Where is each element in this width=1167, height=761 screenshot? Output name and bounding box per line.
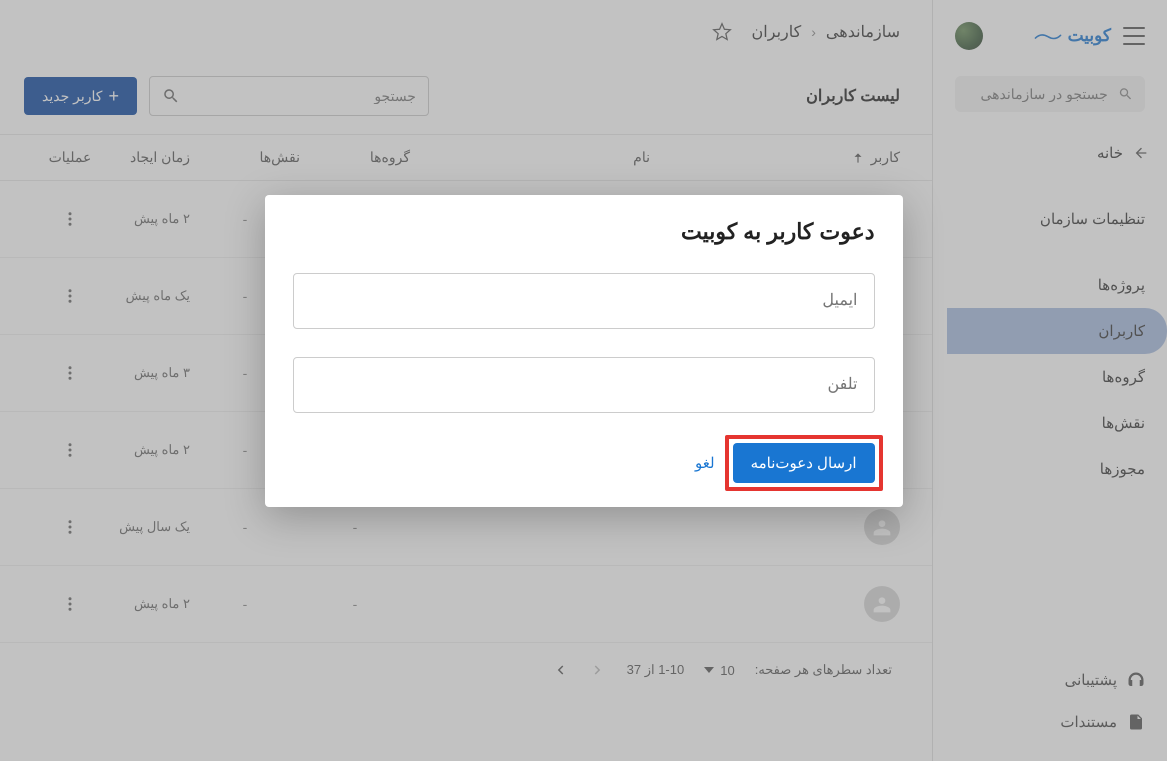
modal-overlay[interactable]: دعوت کاربر به کوبیت ارسال دعوت‌نامه لغو (0, 0, 1167, 761)
send-invite-button[interactable]: ارسال دعوت‌نامه (733, 443, 875, 483)
invite-modal: دعوت کاربر به کوبیت ارسال دعوت‌نامه لغو (265, 195, 903, 507)
email-field[interactable] (310, 292, 858, 310)
email-field-wrapper (293, 273, 875, 329)
modal-title: دعوت کاربر به کوبیت (293, 219, 875, 245)
phone-field-wrapper (293, 357, 875, 413)
modal-actions: ارسال دعوت‌نامه لغو (293, 443, 875, 483)
phone-field[interactable] (310, 376, 858, 394)
cancel-button[interactable]: لغو (695, 454, 715, 472)
